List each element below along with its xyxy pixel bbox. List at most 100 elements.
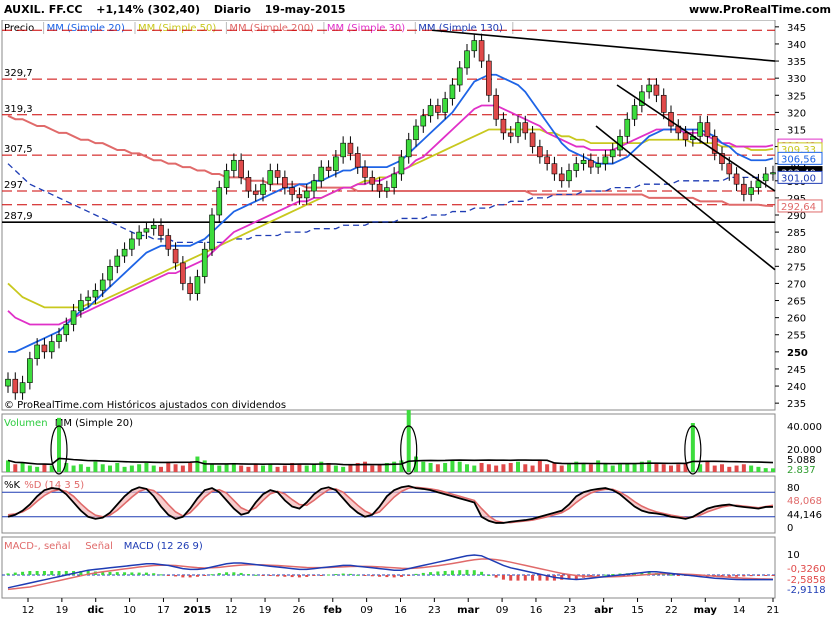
volume-bar: [86, 466, 91, 472]
volume-bar: [516, 461, 520, 472]
macd-histogram-bar: [370, 575, 374, 577]
macd-histogram-bar: [676, 575, 680, 576]
volume-bar: [268, 464, 273, 472]
candle-body: [201, 248, 208, 277]
candle-body: [420, 115, 427, 127]
macd-histogram-bar: [764, 575, 768, 576]
macd-histogram-bar: [144, 572, 148, 575]
candle-body: [449, 84, 456, 99]
volume-bar: [406, 410, 411, 472]
macd-histogram-bar: [137, 572, 141, 575]
volume-bar: [705, 461, 710, 472]
x-tick-label: 10: [123, 605, 136, 616]
candle-body: [136, 231, 142, 240]
macd-histogram-bar: [159, 574, 163, 576]
candle-body: [347, 142, 354, 154]
candle-body: [748, 187, 754, 195]
candle-body: [376, 183, 383, 192]
candle-body: [456, 67, 463, 86]
site-url[interactable]: www.ProRealTime.com: [689, 3, 831, 16]
candle-body: [624, 118, 631, 137]
macd-histogram-bar: [174, 575, 178, 577]
volume-bar: [159, 466, 163, 472]
price-legend-0: Precio: [4, 23, 34, 34]
volume-bar: [224, 464, 229, 472]
price-tick-label: 340: [787, 40, 806, 51]
x-tick-label: 16: [530, 605, 543, 616]
macd-histogram-bar: [297, 575, 301, 578]
volume-bar: [771, 468, 775, 472]
macd-histogram-bar: [596, 575, 600, 576]
price-tick-label: 255: [787, 331, 806, 342]
stochastic-legend-0: %K: [4, 480, 21, 491]
macd-histogram-bar: [123, 572, 127, 575]
volume-bar: [188, 462, 193, 472]
macd-histogram-bar: [115, 572, 119, 575]
candle-body: [362, 166, 368, 178]
candle-body: [165, 235, 172, 250]
stochastic-d-badge: 48,068: [787, 496, 822, 507]
volume-bar: [508, 462, 513, 472]
candle-body: [158, 224, 164, 236]
candle-body: [296, 194, 303, 199]
price-badge-label: 306,56: [781, 154, 816, 165]
volume-bar: [661, 464, 666, 472]
x-tick-label: 17: [157, 605, 170, 616]
macd-histogram-bar: [28, 571, 32, 575]
candle-body: [493, 94, 499, 120]
macd-histogram-bar: [378, 575, 382, 577]
candle-body: [515, 122, 521, 137]
volume-bar: [20, 462, 25, 472]
volume-bar: [749, 465, 754, 472]
candle-body: [646, 84, 652, 93]
candle-body: [486, 60, 492, 96]
volume-bar: [465, 464, 469, 472]
price-legend-3: MM (Simple 200): [229, 23, 314, 34]
candle-body: [187, 283, 193, 294]
volume-bar: [100, 464, 105, 472]
volume-bar: [282, 465, 287, 472]
candle-body: [522, 122, 529, 134]
stochastic-tick-label: 0: [787, 523, 793, 534]
macd-histogram-bar: [348, 573, 352, 575]
volume-value-badge: 2.837: [787, 465, 816, 476]
volume-bar: [530, 465, 535, 472]
price-level-label: 307,5: [4, 144, 33, 155]
candle-body: [107, 266, 113, 281]
candle-body: [354, 153, 361, 168]
macd-histogram-bar: [246, 574, 250, 576]
candle-body: [180, 262, 186, 284]
volume-bar: [392, 461, 397, 472]
volume-bar: [421, 461, 426, 472]
macd-tick-label: 10: [787, 550, 800, 561]
macd-histogram-bar: [341, 573, 345, 575]
x-tick-label: 21: [767, 605, 780, 616]
macd-histogram-bar: [188, 575, 192, 578]
macd-histogram-bar: [421, 572, 425, 575]
volume-bar: [756, 466, 761, 472]
candle-body: [733, 173, 740, 185]
x-tick-label: 12: [22, 605, 35, 616]
price-tick-label: 265: [787, 297, 806, 308]
x-tick-label: mar: [457, 605, 479, 616]
candle-body: [435, 105, 441, 113]
macd-histogram-bar: [13, 572, 17, 575]
macd-histogram-bar: [749, 575, 753, 577]
volume-tick-label: 40.000: [787, 422, 822, 433]
candle-body: [78, 300, 84, 312]
macd-histogram-bar: [494, 575, 498, 578]
volume-bar: [618, 464, 622, 472]
candle-body: [697, 122, 703, 137]
volume-bar: [333, 465, 338, 472]
volume-bar: [537, 460, 542, 472]
macd-histogram-bar: [472, 570, 476, 575]
x-tick-label: 22: [665, 605, 678, 616]
chart-window: Precio MM (Simple 20) MM (Simple 50) MM (Si…: [0, 0, 835, 620]
price-tick-label: 250: [787, 348, 808, 359]
candle-body: [150, 224, 157, 229]
candle-body: [442, 98, 448, 113]
volume-bar: [239, 465, 244, 472]
x-tick-label: 14: [733, 605, 746, 616]
volume-bar: [275, 466, 280, 472]
macd-histogram-bar: [756, 575, 760, 576]
